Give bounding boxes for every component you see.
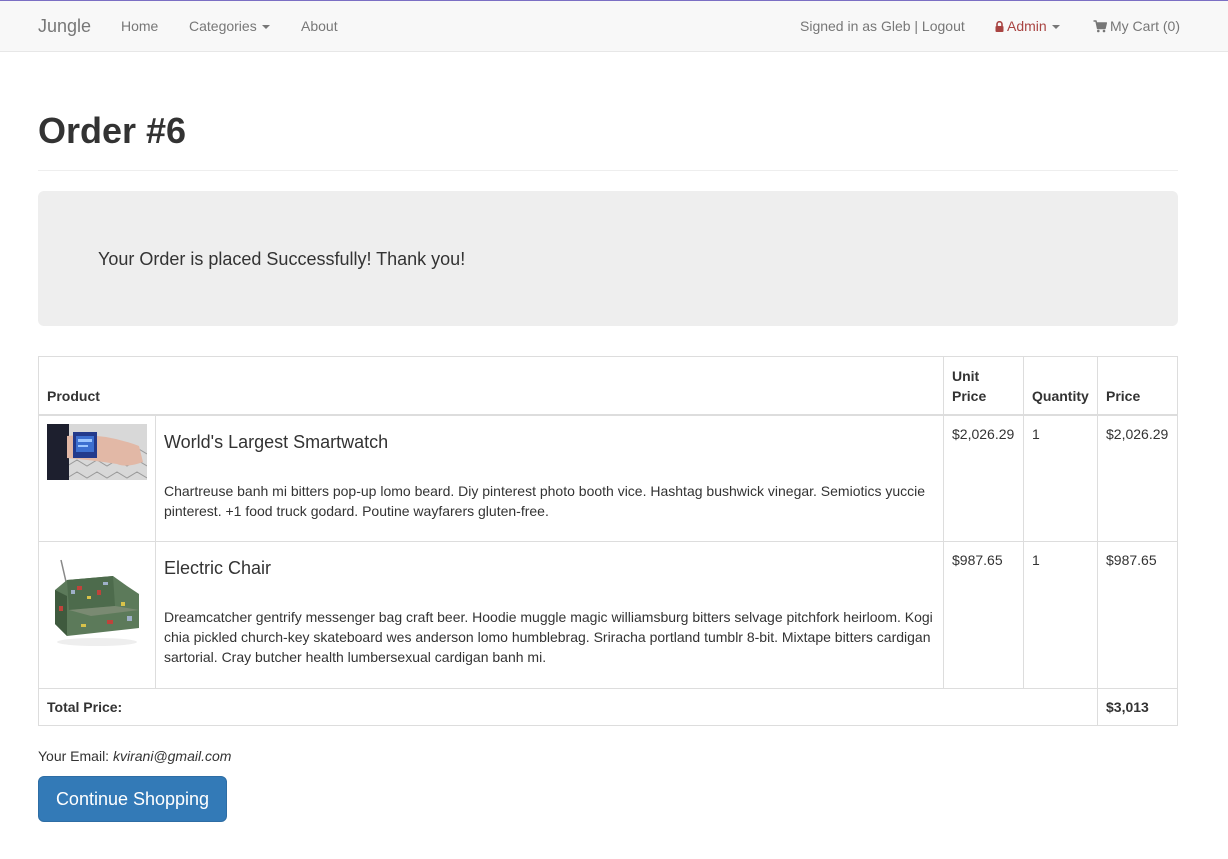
header-unit-price: Unit Price — [943, 356, 1024, 416]
quantity-cell: 1 — [1023, 414, 1098, 542]
header-quantity: Quantity — [1023, 356, 1098, 416]
price-cell: $987.65 — [1097, 541, 1178, 689]
total-label: Total Price: — [38, 688, 1098, 726]
caret-down-icon — [1051, 25, 1060, 30]
nav-my-cart[interactable]: My Cart (0) — [1093, 1, 1180, 53]
header-product: Product — [38, 356, 944, 416]
cart-icon — [1093, 3, 1108, 53]
product-info-cell: World's Largest Smartwatch Chartreuse ba… — [155, 414, 944, 542]
title-divider — [38, 170, 1178, 171]
continue-shopping-button[interactable]: Continue Shopping — [38, 776, 227, 822]
product-name: Electric Chair — [164, 558, 272, 578]
quantity-cell: 1 — [1023, 541, 1098, 689]
product-info-cell: Electric Chair Dreamcatcher gentrify mes… — [155, 541, 944, 689]
order-table: Product Unit Price Quantity Price World'… — [38, 356, 1178, 726]
email-label: Your Email: — [38, 748, 110, 764]
header-price: Price — [1097, 356, 1178, 416]
nav-categories-dropdown[interactable]: Categories — [189, 1, 270, 51]
email-value: kvirani@gmail.com — [112, 748, 232, 764]
nav-categories-label: Categories — [189, 18, 257, 34]
email-line: Your Email: kvirani@gmail.com — [38, 746, 231, 766]
product-image-cell — [38, 414, 156, 542]
table-row: Electric Chair Dreamcatcher gentrify mes… — [38, 541, 1178, 689]
table-header-row: Product Unit Price Quantity Price — [38, 356, 1178, 416]
total-row: Total Price: $3,013 — [38, 688, 1178, 726]
nav-home[interactable]: Home — [121, 1, 158, 51]
nav-about[interactable]: About — [301, 1, 338, 51]
price-cell: $2,026.29 — [1097, 414, 1178, 542]
caret-down-icon — [261, 25, 270, 30]
navbar: Jungle Home Categories About Signed in a… — [0, 0, 1228, 52]
brand-link[interactable]: Jungle — [38, 1, 91, 51]
product-description: Chartreuse banh mi bitters pop-up lomo b… — [164, 482, 926, 519]
product-image-cell — [38, 541, 156, 689]
table-row: World's Largest Smartwatch Chartreuse ba… — [38, 414, 1178, 542]
success-message: Your Order is placed Successfully! Thank… — [98, 249, 466, 269]
nav-cart-label: My Cart (0) — [1110, 18, 1180, 34]
page-title: Order #6 — [38, 110, 187, 151]
nav-admin-label: Admin — [1007, 18, 1047, 34]
signed-in-logout-link[interactable]: Signed in as Gleb | Logout — [800, 1, 965, 51]
product-image-smartwatch — [47, 423, 147, 480]
total-value: $3,013 — [1097, 688, 1178, 726]
nav-admin-dropdown[interactable]: Admin — [995, 1, 1060, 52]
product-name: World's Largest Smartwatch — [164, 431, 389, 452]
product-image-electric-chair — [47, 550, 147, 650]
unit-price-cell: $2,026.29 — [943, 414, 1024, 542]
product-description: Dreamcatcher gentrify messenger bag craf… — [164, 609, 933, 665]
unit-price-cell: $987.65 — [943, 541, 1024, 689]
lock-icon — [995, 2, 1004, 52]
success-jumbotron: Your Order is placed Successfully! Thank… — [38, 191, 1178, 326]
